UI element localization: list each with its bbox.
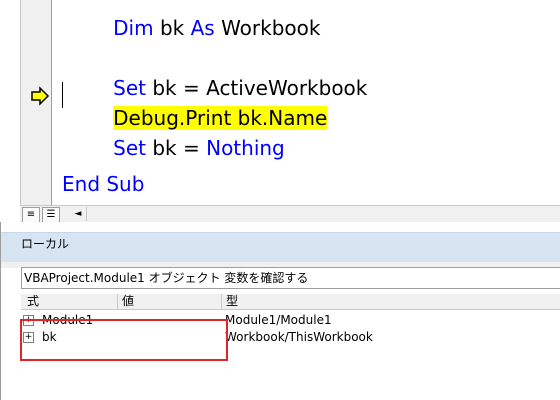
keyword-set: Set bbox=[113, 136, 146, 160]
code-text: bk bbox=[153, 16, 191, 40]
column-header-value[interactable]: 値 bbox=[122, 294, 134, 309]
code-text: Workbook bbox=[214, 16, 321, 40]
column-divider[interactable] bbox=[221, 294, 222, 309]
locals-context-field[interactable]: VBAProject.Module1 オブジェクト 変数を確認する bbox=[21, 267, 560, 289]
code-line-end-sub[interactable]: End Sub bbox=[62, 172, 144, 196]
keyword-dim: Dim bbox=[113, 16, 154, 40]
locals-grid-header: 式 値 型 bbox=[21, 294, 560, 310]
code-view-strip: ≡ ☰ ◄ bbox=[20, 205, 560, 223]
locals-window-title-bar[interactable]: ローカル bbox=[1, 232, 560, 263]
execution-arrow-icon bbox=[31, 86, 50, 106]
locals-window-title: ローカル bbox=[21, 237, 70, 251]
annotation-highlight-box bbox=[20, 319, 228, 361]
row-type: Workbook/ThisWorkbook bbox=[225, 330, 373, 344]
code-editor[interactable]: Dim bk As Workbook Set bk = ActiveWorkbo… bbox=[0, 0, 560, 205]
full-module-view-button[interactable]: ☰ bbox=[42, 207, 60, 223]
procedure-view-button[interactable]: ≡ bbox=[22, 207, 40, 223]
column-divider[interactable] bbox=[117, 294, 118, 309]
text-cursor bbox=[62, 82, 63, 108]
keyword-as: As bbox=[190, 16, 215, 40]
locals-window: ローカル VBAProject.Module1 オブジェクト 変数を確認する 式… bbox=[0, 222, 560, 400]
scroll-left-arrow-icon[interactable]: ◄ bbox=[70, 207, 87, 221]
code-window[interactable]: Dim bk As Workbook Set bk = ActiveWorkbo… bbox=[0, 0, 560, 210]
code-text: bk = bbox=[146, 136, 207, 160]
column-header-type[interactable]: 型 bbox=[226, 294, 238, 309]
row-type: Module1/Module1 bbox=[225, 313, 332, 327]
column-header-expression[interactable]: 式 bbox=[27, 294, 39, 309]
keyword-nothing: Nothing bbox=[206, 136, 285, 160]
locals-context-text: VBAProject.Module1 オブジェクト 変数を確認する bbox=[24, 271, 309, 285]
